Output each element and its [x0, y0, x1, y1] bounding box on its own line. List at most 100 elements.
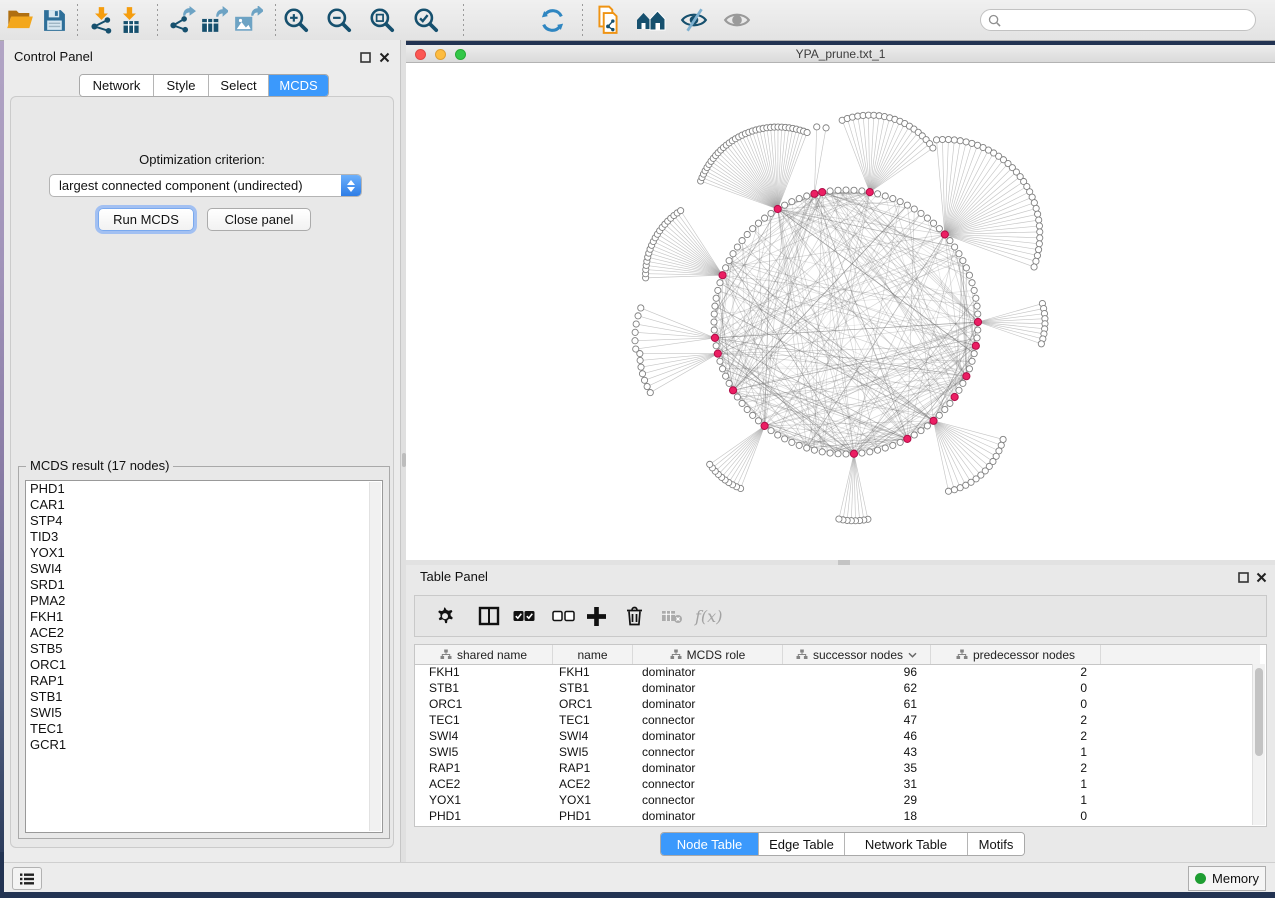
satellite-node[interactable] [1035, 247, 1041, 253]
satellite-node[interactable] [945, 136, 951, 142]
ring-node[interactable] [947, 400, 953, 406]
ring-node[interactable] [804, 193, 810, 199]
ring-node[interactable] [867, 449, 873, 455]
ring-node[interactable] [750, 226, 756, 232]
ring-node[interactable] [711, 311, 717, 317]
network-canvas[interactable] [406, 63, 1275, 560]
ring-node[interactable] [911, 206, 917, 212]
ring-node[interactable] [804, 445, 810, 451]
export-image-icon[interactable] [232, 4, 264, 36]
run-mcds-button[interactable]: Run MCDS [98, 208, 194, 231]
ring-node[interactable] [942, 406, 948, 412]
search-box[interactable] [980, 9, 1256, 31]
satellite-node[interactable] [638, 305, 644, 311]
ring-node[interactable] [796, 195, 802, 201]
table-row[interactable]: YOX1YOX1connector291 [415, 792, 1260, 808]
ring-node[interactable] [835, 187, 841, 193]
satellite-node[interactable] [633, 321, 639, 327]
ring-node[interactable] [715, 287, 721, 293]
scrollbar-thumb[interactable] [1255, 668, 1263, 756]
ring-node[interactable] [918, 428, 924, 434]
ring-node[interactable] [739, 400, 745, 406]
open-session-icon[interactable] [4, 4, 36, 36]
scrollbar-track[interactable] [1252, 664, 1265, 825]
ring-node[interactable] [936, 226, 942, 232]
scrollbar-track[interactable] [369, 482, 381, 831]
ring-node[interactable] [782, 202, 788, 208]
ring-node[interactable] [918, 210, 924, 216]
ring-node[interactable] [782, 436, 788, 442]
float-panel-icon[interactable] [1238, 570, 1249, 581]
satellite-node[interactable] [1000, 436, 1006, 442]
satellite-node[interactable] [644, 383, 650, 389]
table-row[interactable]: TEC1TEC1connector472 [415, 712, 1260, 728]
ring-node[interactable] [890, 442, 896, 448]
satellite-node[interactable] [930, 145, 936, 151]
ring-node[interactable] [963, 265, 969, 271]
refresh-layout-icon[interactable] [536, 4, 568, 36]
mcds-result-item[interactable]: SWI5 [26, 705, 382, 721]
ring-node[interactable] [768, 428, 774, 434]
mcds-result-item[interactable]: SRD1 [26, 577, 382, 593]
mcds-hub-node[interactable] [930, 417, 937, 424]
table-row[interactable]: RAP1RAP1dominator352 [415, 760, 1260, 776]
mcds-hub-node[interactable] [729, 387, 736, 394]
ring-node[interactable] [897, 439, 903, 445]
mcds-result-item[interactable]: SWI4 [26, 561, 382, 577]
satellite-node[interactable] [1035, 211, 1041, 217]
ring-node[interactable] [726, 258, 732, 264]
table-row[interactable]: FKH1FKH1dominator962 [415, 664, 1260, 680]
ring-node[interactable] [924, 215, 930, 221]
ring-node[interactable] [755, 418, 761, 424]
satellite-node[interactable] [647, 389, 653, 395]
ring-node[interactable] [969, 280, 975, 286]
satellite-node[interactable] [1031, 264, 1037, 270]
ring-node[interactable] [789, 439, 795, 445]
ring-node[interactable] [969, 358, 975, 364]
ring-node[interactable] [711, 327, 717, 333]
mcds-result-item[interactable]: YOX1 [26, 545, 382, 561]
ring-node[interactable] [936, 412, 942, 418]
satellite-node[interactable] [836, 516, 842, 522]
mcds-result-item[interactable]: PMA2 [26, 593, 382, 609]
mcds-hub-node[interactable] [761, 422, 768, 429]
satellite-node[interactable] [814, 124, 820, 130]
ring-node[interactable] [897, 199, 903, 205]
close-panel-button[interactable]: Close panel [207, 208, 311, 231]
ring-node[interactable] [956, 251, 962, 257]
ring-node[interactable] [713, 295, 719, 301]
ring-node[interactable] [712, 303, 718, 309]
ring-node[interactable] [827, 188, 833, 194]
mcds-result-list[interactable]: PHD1CAR1STP4TID3YOX1SWI4SRD1PMA2FKH1ACE2… [25, 480, 383, 833]
ring-node[interactable] [835, 451, 841, 457]
ring-node[interactable] [723, 373, 729, 379]
ring-node[interactable] [843, 187, 849, 193]
ring-node[interactable] [966, 272, 972, 278]
satellite-node[interactable] [1036, 223, 1042, 229]
satellite-node[interactable] [678, 208, 684, 214]
table-options-icon[interactable] [435, 596, 455, 636]
column-header-name[interactable]: name [553, 645, 633, 664]
satellite-node[interactable] [638, 364, 644, 370]
column-header-MCDS-role[interactable]: MCDS role [633, 645, 783, 664]
tab-style[interactable]: Style [154, 75, 209, 96]
tab-node-table[interactable]: Node Table [661, 833, 759, 855]
delete-table-icon[interactable] [661, 596, 683, 636]
float-panel-icon[interactable] [360, 50, 371, 61]
mcds-hub-node[interactable] [951, 393, 958, 400]
tab-mcds[interactable]: MCDS [269, 75, 328, 96]
panel-menu-button[interactable] [12, 867, 42, 890]
mcds-result-item[interactable]: ORC1 [26, 657, 382, 673]
clone-network-icon[interactable] [592, 4, 624, 36]
mcds-result-item[interactable]: STB1 [26, 689, 382, 705]
satellite-node[interactable] [1036, 217, 1042, 223]
ring-node[interactable] [975, 311, 981, 317]
table-row[interactable]: ORC1ORC1dominator610 [415, 696, 1260, 712]
ring-node[interactable] [947, 237, 953, 243]
ring-node[interactable] [717, 280, 723, 286]
mcds-result-item[interactable]: ACE2 [26, 625, 382, 641]
table-row[interactable]: ACE2ACE2connector311 [415, 776, 1260, 792]
ring-node[interactable] [882, 193, 888, 199]
ring-node[interactable] [711, 319, 717, 325]
ring-node[interactable] [755, 220, 761, 226]
